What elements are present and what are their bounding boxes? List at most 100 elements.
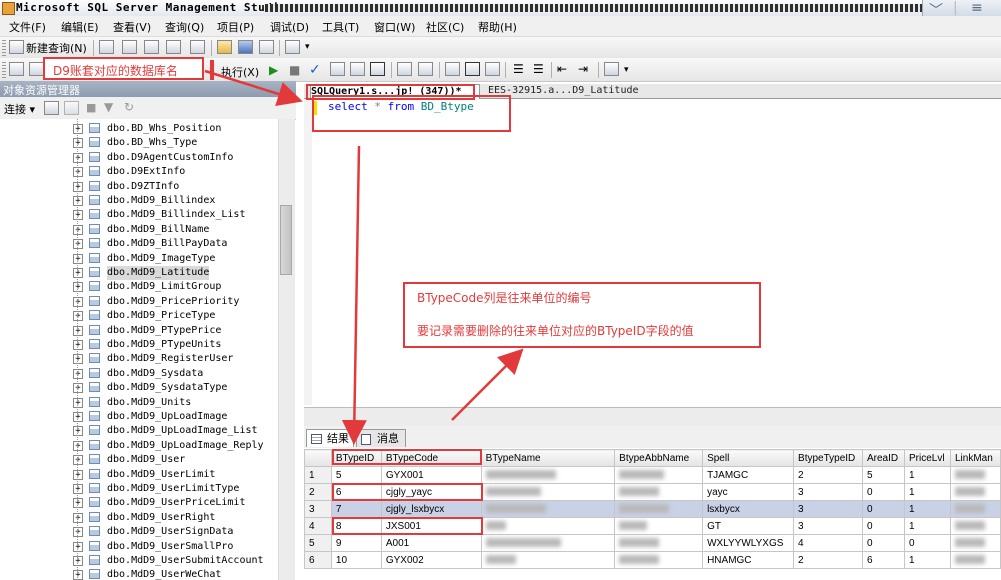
cell-pricelvl[interactable]: 1 [903,466,951,484]
tree-item[interactable]: + dbo.MdD9_Units [73,396,278,410]
tree-item[interactable]: + dbo.D9ExtInfo [73,165,278,179]
tree-item[interactable]: + dbo.MdD9_UpLoadImage_List [73,424,278,438]
cell-linkman[interactable] [949,534,1001,552]
db-engine-query-icon[interactable] [122,40,137,54]
tree-item[interactable]: + dbo.MdD9_UserRight [73,511,278,525]
tree-item[interactable]: + dbo.MdD9_User [73,453,278,467]
execute-button[interactable]: 执行(X) [221,64,259,80]
cell-pricelvl[interactable]: 1 [903,483,951,501]
menu-help[interactable]: 帮助(H) [478,19,517,35]
toolbar-overflow-icon[interactable]: ▾ [305,42,310,52]
tree-item[interactable]: + dbo.MdD9_UserSubmitAccount [73,554,278,568]
cell-areaid[interactable]: 0 [862,500,905,518]
decrease-indent-icon[interactable]: ⇤ [557,62,567,76]
connect-dropdown[interactable]: 连接 ▾ [4,101,35,117]
tree-item[interactable]: + dbo.D9AgentCustomInfo [73,151,278,165]
cell-linkman[interactable] [949,466,1001,484]
tree-item[interactable]: + dbo.MdD9_Latitude [73,266,278,280]
save-icon[interactable] [238,40,253,54]
cell-linkman[interactable] [949,500,1001,518]
cell-btypecode[interactable]: cjgly_lsxbycx [380,500,482,518]
filter-icon[interactable]: ▼ [104,100,113,114]
table-row[interactable]: 1 5 GYX001 TJAMGC 2 5 1 [304,466,1001,484]
tree-item[interactable]: + dbo.MdD9_UserPriceLimit [73,496,278,510]
cell-pricelvl[interactable]: 1 [903,551,951,569]
column-header[interactable]: BtypeAbbName [614,449,704,467]
cell-areaid[interactable]: 0 [862,517,905,535]
cell-spell[interactable]: GT [702,517,795,535]
column-header[interactable]: PriceLvl [903,449,951,467]
menu-file[interactable]: 文件(F) [9,19,46,35]
tab-results[interactable]: 结果 [306,429,354,447]
cell-btypetypeid[interactable]: 4 [793,534,863,552]
cell-spell[interactable]: TJAMGC [702,466,795,484]
tree-item[interactable]: + dbo.MdD9_BillName [73,223,278,237]
tree-item[interactable]: + dbo.MdD9_RegisterUser [73,352,278,366]
cell-btypeabbname[interactable] [614,483,704,501]
cell-btypeabbname[interactable] [614,551,704,569]
query-editor[interactable] [304,99,1001,405]
tree-item[interactable]: + dbo.MdD9_PriceType [73,309,278,323]
cell-pricelvl[interactable]: 1 [903,500,951,518]
include-plan-icon[interactable] [397,62,412,76]
results-grid-icon[interactable] [465,62,480,76]
disconnect-icon[interactable] [64,101,79,115]
increase-indent-icon[interactable]: ⇥ [578,62,588,76]
menu-view[interactable]: 查看(V) [113,19,151,35]
cell-areaid[interactable]: 0 [862,483,905,501]
tree-item[interactable]: + dbo.MdD9_UpLoadImage_Reply [73,439,278,453]
connect-object-icon[interactable] [44,101,59,115]
object-explorer-scroll-thumb[interactable] [280,205,292,275]
change-connection-icon[interactable] [29,62,44,76]
editor-results-splitter[interactable] [304,407,1001,427]
tree-item[interactable]: + dbo.MdD9_UserLimitType [73,482,278,496]
cell-btypeabbname[interactable] [614,466,704,484]
tree-item[interactable]: + dbo.MdD9_PTypePrice [73,324,278,338]
table-row[interactable]: 6 10 GYX002 HNAMGC 2 6 1 [304,551,1001,569]
tree-item[interactable]: + dbo.MdD9_Billindex [73,194,278,208]
cell-btypename[interactable] [480,517,616,535]
cell-btypetypeid[interactable]: 3 [793,483,863,501]
cell-btypename[interactable] [480,466,616,484]
results-file-icon[interactable] [485,62,500,76]
tree-item[interactable]: + dbo.MdD9_BillPayData [73,237,278,251]
new-file-icon[interactable] [99,40,114,54]
cell-linkman[interactable] [949,517,1001,535]
cell-areaid[interactable]: 0 [862,534,905,552]
tree-item[interactable]: + dbo.MdD9_UserSignData [73,525,278,539]
cell-linkman[interactable] [949,551,1001,569]
tree-item[interactable]: + dbo.MdD9_LimitGroup [73,280,278,294]
table-row[interactable]: 5 9 A001 WXLYYWLYXGS 4 0 0 [304,534,1001,552]
menu-edit[interactable]: 编辑(E) [61,19,99,35]
cell-btypeabbname[interactable] [614,500,704,518]
cancel-query-icon[interactable]: ■ [289,63,300,77]
object-explorer-scrollbar[interactable] [278,119,295,580]
tree-item[interactable]: + dbo.MdD9_UserSmallPro [73,540,278,554]
cell-spell[interactable]: yayc [702,483,795,501]
specify-values-icon[interactable] [604,62,619,76]
menu-window[interactable]: 窗口(W) [374,19,415,35]
connect-icon[interactable] [9,62,24,76]
tab-messages[interactable]: 消息 [356,429,406,447]
menu-debug[interactable]: 调试(D) [270,19,309,35]
cell-btypecode[interactable]: GYX002 [380,551,482,569]
cell-pricelvl[interactable]: 1 [903,517,951,535]
cell-spell[interactable]: HNAMGC [702,551,795,569]
cell-btypecode[interactable]: GYX001 [380,466,482,484]
results-text-icon[interactable] [445,62,460,76]
display-plan-icon[interactable] [330,62,345,76]
tree-item[interactable]: + dbo.BD_Whs_Position [73,122,278,136]
open-folder-icon[interactable] [217,40,232,54]
cell-btypetypeid[interactable]: 3 [793,517,863,535]
menu-query[interactable]: 查询(Q) [165,19,204,35]
tree-item[interactable]: + dbo.MdD9_Billindex_List [73,208,278,222]
menu-project[interactable]: 项目(P) [217,19,254,35]
cell-pricelvl[interactable]: 0 [903,534,951,552]
refresh-icon[interactable]: ↻ [124,100,134,114]
tree-item[interactable]: + dbo.MdD9_SysdataType [73,381,278,395]
menu-tools[interactable]: 工具(T) [322,19,359,35]
tree-item[interactable]: + dbo.MdD9_ImageType [73,252,278,266]
cell-btypecode[interactable]: A001 [380,534,482,552]
cell-btypename[interactable] [480,500,616,518]
menu-community[interactable]: 社区(C) [426,19,464,35]
